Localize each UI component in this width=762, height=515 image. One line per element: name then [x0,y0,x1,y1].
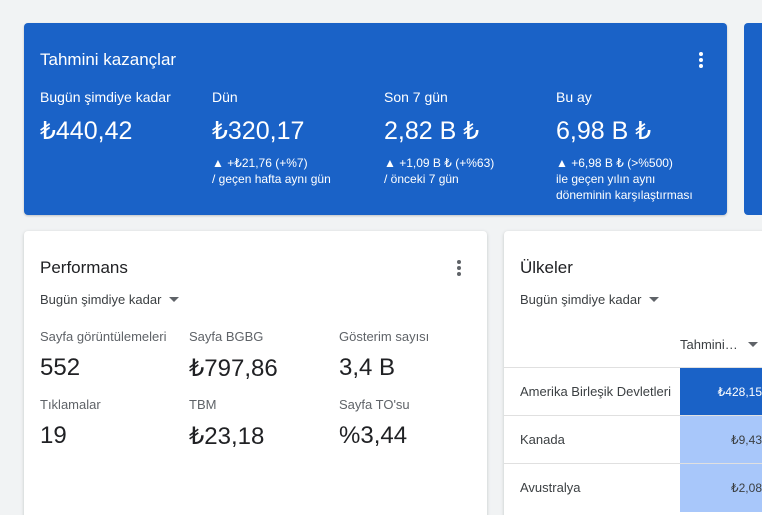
earnings-today: Bugün şimdiye kadar ₺440,42 [40,89,200,144]
country-name: Amerika Birleşik Devletleri [520,384,671,399]
countries-range-label: Bugün şimdiye kadar [520,292,642,307]
metric-clicks-value: 19 [40,422,67,449]
earnings-yesterday: Dün ₺320,17 ▲ +₺21,76 (+%7) / geçen haft… [212,89,372,187]
chevron-down-icon [649,297,660,302]
metric-impressions-value: 3,4 B [339,354,396,381]
earnings-last7-delta: ▲ +1,09 B ₺ (+%63) [384,156,495,170]
adsense-home: Tahmini kazançlar Bugün şimdiye kadar ₺4… [0,0,762,515]
metric-cpc-label: TBM [189,397,217,412]
country-name: Kanada [520,432,565,447]
metric-pageviews-label: Sayfa görüntülemeleri [40,329,167,344]
metric-cpc: TBM ₺23,18 [189,397,329,451]
country-name: Avustralya [520,480,581,495]
earnings-yesterday-value: ₺320,17 [212,117,305,145]
earnings-month: Bu ay 6,98 B ₺ ▲ +6,98 B ₺ (>%500) ile g… [556,89,716,203]
earnings-title: Tahmini kazançlar [40,50,177,69]
earnings-month-compare-2: döneminin karşılaştırması [556,188,693,202]
country-earnings: ₺9,43 [680,416,762,464]
earnings-month-compare: ile geçen yılın aynı [556,172,656,186]
countries-title: Ülkeler [520,258,573,277]
performance-card: Performans Bugün şimdiye kadar Sayfa gör… [24,231,487,515]
country-row[interactable]: Amerika Birleşik Devletleri ₺428,15 [504,367,762,416]
metric-impressions: Gösterim sayısı 3,4 B [339,329,479,382]
earnings-last7: Son 7 gün 2,82 B ₺ ▲ +1,09 B ₺ (+%63) / … [384,89,544,187]
more-vert-icon[interactable] [691,50,711,70]
country-earnings: ₺428,15 [680,368,762,416]
column-header-label: Tahmini… [680,337,738,352]
earnings-yesterday-label: Dün [212,89,238,105]
next-card-peek[interactable] [744,23,762,215]
earnings-yesterday-compare: / geçen hafta aynı gün [212,172,331,186]
metric-page-rpm-label: Sayfa BGBG [189,329,264,344]
metric-page-rpm: Sayfa BGBG ₺797,86 [189,329,329,383]
metric-pageviews: Sayfa görüntülemeleri 552 [40,329,180,382]
metric-clicks: Tıklamalar 19 [40,397,180,450]
countries-card: Ülkeler Bugün şimdiye kadar Tahmini… Ame… [504,231,762,515]
country-earnings: ₺2,08 [680,464,762,512]
metric-page-ctr-value: %3,44 [339,422,408,449]
earnings-month-delta: ▲ +6,98 B ₺ (>%500) [556,156,673,170]
performance-range-dropdown[interactable]: Bugün şimdiye kadar [40,292,180,307]
earnings-last7-value: 2,82 B ₺ [384,117,480,145]
more-vert-icon[interactable] [449,258,469,278]
metric-cpc-value: ₺23,18 [189,423,265,450]
country-row[interactable]: Kanada ₺9,43 [504,415,762,464]
earnings-last7-label: Son 7 gün [384,89,448,105]
earnings-month-label: Bu ay [556,89,592,105]
estimated-earnings-column-header[interactable]: Tahmini… [680,337,758,352]
countries-range-dropdown[interactable]: Bugün şimdiye kadar [520,292,660,307]
earnings-today-value: ₺440,42 [40,117,133,145]
chevron-down-icon [169,297,180,302]
performance-range-label: Bugün şimdiye kadar [40,292,162,307]
earnings-last7-compare: / önceki 7 gün [384,172,459,186]
earnings-today-label: Bugün şimdiye kadar [40,89,171,105]
metric-impressions-label: Gösterim sayısı [339,329,430,344]
metric-pageviews-value: 552 [40,354,81,381]
earnings-yesterday-delta: ▲ +₺21,76 (+%7) [212,156,308,170]
country-row[interactable]: Avustralya ₺2,08 [504,463,762,512]
sort-arrow-icon [747,342,758,347]
metric-clicks-label: Tıklamalar [40,397,101,412]
earnings-card[interactable]: Tahmini kazançlar Bugün şimdiye kadar ₺4… [24,23,727,215]
metric-page-ctr-label: Sayfa TO'su [339,397,410,412]
metric-page-rpm-value: ₺797,86 [189,355,278,382]
metric-page-ctr: Sayfa TO'su %3,44 [339,397,479,450]
earnings-month-value: 6,98 B ₺ [556,117,652,145]
performance-title: Performans [40,258,128,277]
